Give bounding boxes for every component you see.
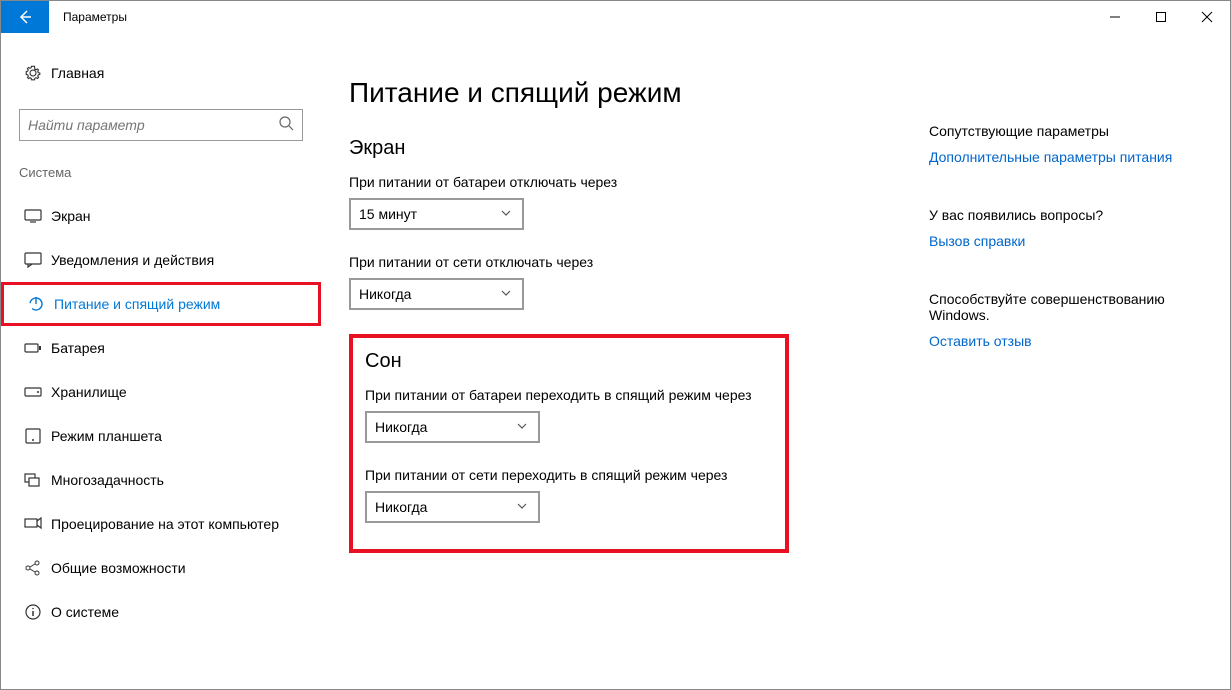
sleep-section-highlight: Сон При питании от батареи переходить в … [349, 334, 789, 553]
sidebar: Главная Система Экран Уведомления и дейс… [1, 33, 321, 689]
sidebar-item-label: Питание и спящий режим [54, 296, 220, 312]
sleep-battery-select[interactable]: Никогда [365, 411, 540, 443]
back-button[interactable] [1, 1, 49, 33]
screen-ac-label: При питании от сети отключать через [349, 254, 929, 270]
search-input[interactable] [28, 117, 278, 133]
project-icon [19, 515, 47, 533]
sidebar-item-label: О системе [51, 604, 119, 620]
sidebar-item-about[interactable]: О системе [1, 590, 321, 634]
feedback-link[interactable]: Оставить отзыв [929, 333, 1190, 349]
sidebar-item-label: Проецирование на этот компьютер [51, 516, 279, 532]
select-value: Никогда [375, 499, 427, 515]
sidebar-item-notifications[interactable]: Уведомления и действия [1, 238, 321, 282]
window-title: Параметры [49, 1, 1092, 33]
chevron-down-icon [516, 419, 530, 435]
sleep-section-title: Сон [365, 350, 767, 373]
sidebar-item-label: Экран [51, 208, 91, 224]
sidebar-item-storage[interactable]: Хранилище [1, 370, 321, 414]
select-value: 15 минут [359, 206, 417, 222]
display-icon [19, 207, 47, 225]
screen-battery-select[interactable]: 15 минут [349, 198, 524, 230]
screen-section-title: Экран [349, 137, 929, 160]
questions-title: У вас появились вопросы? [929, 207, 1190, 223]
sidebar-item-tablet[interactable]: Режим планшета [1, 414, 321, 458]
search-box[interactable] [19, 109, 303, 141]
chevron-down-icon [500, 286, 514, 302]
storage-icon [19, 383, 47, 401]
sidebar-item-label: Батарея [51, 340, 105, 356]
right-column: Сопутствующие параметры Дополнительные п… [929, 77, 1190, 689]
select-value: Никогда [359, 286, 411, 302]
close-button[interactable] [1184, 1, 1230, 33]
chevron-down-icon [516, 499, 530, 515]
battery-icon [19, 339, 47, 357]
related-link[interactable]: Дополнительные параметры питания [929, 149, 1190, 165]
sidebar-item-battery[interactable]: Батарея [1, 326, 321, 370]
share-icon [19, 559, 47, 577]
sidebar-item-display[interactable]: Экран [1, 194, 321, 238]
tablet-icon [19, 427, 47, 445]
sidebar-item-power[interactable]: Питание и спящий режим [1, 282, 321, 326]
main-content: Питание и спящий режим Экран При питании… [349, 77, 929, 689]
sidebar-item-shared[interactable]: Общие возможности [1, 546, 321, 590]
questions-link[interactable]: Вызов справки [929, 233, 1190, 249]
power-icon [22, 295, 50, 313]
info-icon [19, 603, 47, 621]
sidebar-item-label: Уведомления и действия [51, 252, 214, 268]
related-title: Сопутствующие параметры [929, 123, 1190, 139]
maximize-button[interactable] [1138, 1, 1184, 33]
chevron-down-icon [500, 206, 514, 222]
titlebar: Параметры [1, 1, 1230, 33]
sidebar-item-label: Хранилище [51, 384, 127, 400]
feedback-title: Способствуйте совершенствованию Windows. [929, 291, 1190, 323]
sleep-battery-label: При питании от батареи переходить в спящ… [365, 387, 767, 403]
multitask-icon [19, 471, 47, 489]
window-controls [1092, 1, 1230, 33]
screen-battery-label: При питании от батареи отключать через [349, 174, 929, 190]
category-label: Система [1, 165, 321, 180]
select-value: Никогда [375, 419, 427, 435]
screen-ac-select[interactable]: Никогда [349, 278, 524, 310]
search-icon [278, 115, 294, 136]
page-title: Питание и спящий режим [349, 77, 929, 109]
home-button[interactable]: Главная [1, 53, 321, 93]
home-label: Главная [51, 65, 104, 81]
message-icon [19, 251, 47, 269]
sidebar-item-multitask[interactable]: Многозадачность [1, 458, 321, 502]
sidebar-item-label: Режим планшета [51, 428, 162, 444]
sleep-ac-label: При питании от сети переходить в спящий … [365, 467, 767, 483]
minimize-button[interactable] [1092, 1, 1138, 33]
sidebar-item-project[interactable]: Проецирование на этот компьютер [1, 502, 321, 546]
sidebar-item-label: Многозадачность [51, 472, 164, 488]
sleep-ac-select[interactable]: Никогда [365, 491, 540, 523]
gear-icon [19, 64, 47, 82]
sidebar-item-label: Общие возможности [51, 560, 186, 576]
